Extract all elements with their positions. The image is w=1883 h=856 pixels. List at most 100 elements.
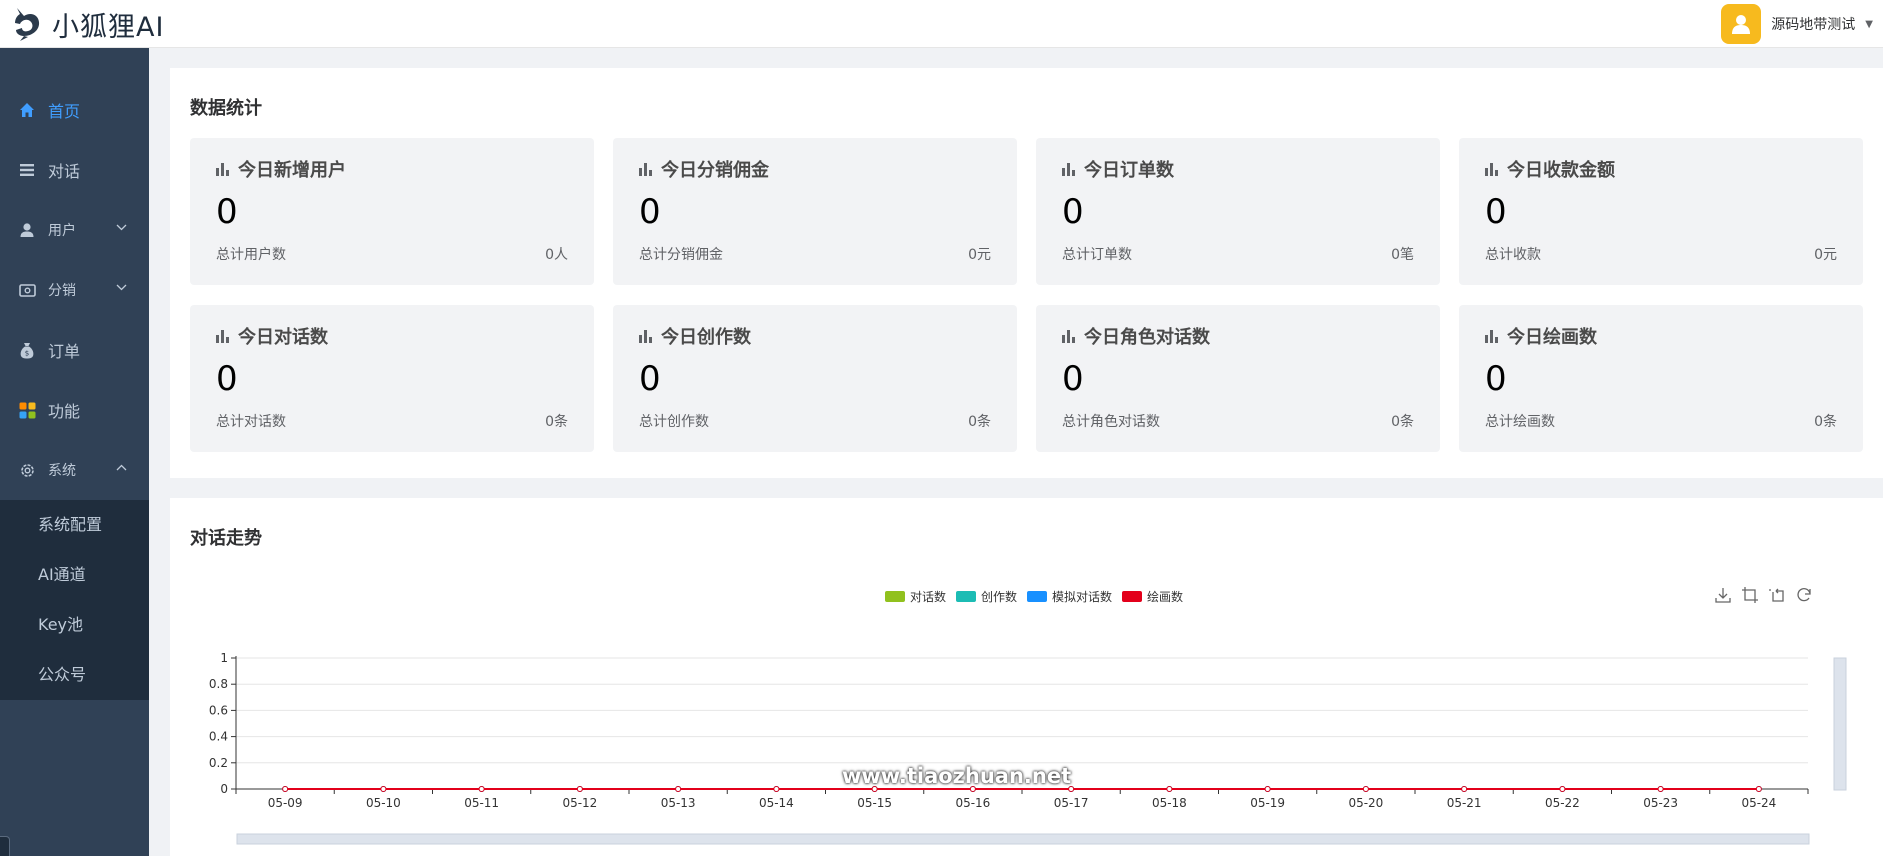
x-tick-label: 05-17 — [1054, 796, 1089, 810]
x-tick-label: 05-14 — [759, 796, 794, 810]
bar-chart-icon — [1485, 162, 1498, 176]
y-tick-label: 0.4 — [209, 730, 228, 744]
chart-panel: 对话走势 对话数 创作数 模拟对话数 绘画数 0 0.2 0.4 0.6 0.8 1 05-09 0… — [170, 498, 1883, 856]
svg-text:$: $ — [25, 349, 29, 357]
stat-card-total: 0条 — [545, 414, 568, 430]
x-tick-label: 05-22 — [1545, 796, 1580, 810]
data-point — [380, 786, 387, 792]
stat-card-sub-label: 总计分销佣金 — [639, 247, 723, 263]
x-tick-label: 05-19 — [1250, 796, 1285, 810]
data-point — [773, 786, 780, 792]
user-name: 源码地带测试 — [1771, 17, 1856, 33]
x-tick-label: 05-11 — [464, 796, 499, 810]
stat-card-sub-label: 总计创作数 — [639, 414, 709, 430]
data-point — [1461, 786, 1468, 792]
bar-chart-icon — [639, 329, 652, 343]
data-point — [1559, 786, 1566, 792]
sidebar-item-orders[interactable]: $ 订单 — [0, 320, 149, 380]
x-tick-label: 05-09 — [268, 796, 303, 810]
wallet-icon — [18, 281, 36, 299]
submenu-item-key-pool[interactable]: Key池 — [0, 600, 149, 650]
stat-card-title-text: 今日分销佣金 — [661, 160, 769, 181]
data-point — [282, 786, 289, 792]
x-tick-label: 05-24 — [1741, 796, 1776, 810]
stat-card: 今日收款金额 0 总计收款 0元 — [1459, 138, 1863, 285]
stat-card-title-text: 今日角色对话数 — [1084, 327, 1210, 348]
data-point — [1755, 786, 1762, 792]
x-tick-label: 05-16 — [955, 796, 990, 810]
stat-card-sub-label: 总计订单数 — [1062, 247, 1132, 263]
fox-logo-icon — [15, 8, 40, 41]
stat-card-value: 0 — [216, 192, 238, 232]
x-tick-label: 05-18 — [1152, 796, 1187, 810]
stat-card-value: 0 — [639, 359, 661, 399]
bar-chart-icon — [639, 162, 652, 176]
bar-chart-icon — [216, 162, 229, 176]
stat-card: 今日分销佣金 0 总计分销佣金 0元 — [613, 138, 1017, 285]
stat-card: 今日订单数 0 总计订单数 0笔 — [1036, 138, 1440, 285]
stat-card-sub-label: 总计对话数 — [216, 414, 286, 430]
top-header: 小狐狸AI 源码地带测试 ▼ — [0, 0, 1883, 48]
stat-card-title-text: 今日订单数 — [1084, 160, 1174, 181]
stat-card-total: 0条 — [968, 414, 991, 430]
stat-card-value: 0 — [216, 359, 238, 399]
data-point — [576, 786, 583, 792]
sidebar-item-users[interactable]: 用户 — [0, 200, 149, 260]
y-zoom-slider[interactable] — [1833, 657, 1847, 791]
stat-card-value: 0 — [1062, 359, 1084, 399]
avatar[interactable] — [1721, 4, 1762, 44]
x-tick-label: 05-15 — [857, 796, 892, 810]
stat-card-sub-label: 总计角色对话数 — [1062, 414, 1160, 430]
caret-down-icon[interactable]: ▼ — [1865, 19, 1873, 30]
stat-card-value: 0 — [1062, 192, 1084, 232]
app-logo[interactable]: 小狐狸AI — [12, 4, 164, 44]
submenu-item-ai-channel[interactable]: AI通道 — [0, 550, 149, 600]
bar-chart-icon — [1062, 162, 1075, 176]
stat-card: 今日角色对话数 0 总计角色对话数 0条 — [1036, 305, 1440, 452]
data-point — [1264, 786, 1271, 792]
stat-card-sub-label: 总计绘画数 — [1485, 414, 1555, 430]
x-zoom-slider[interactable] — [236, 833, 1810, 845]
sidebar-item-distribution[interactable]: 分销 — [0, 260, 149, 320]
sidebar-item-home[interactable]: 首页 — [0, 80, 149, 140]
sidebar-item-chat[interactable]: 对话 — [0, 140, 149, 200]
stat-card-title: 今日创作数 — [639, 323, 751, 349]
user-avatar-icon — [1732, 15, 1751, 34]
stat-card-value: 0 — [639, 192, 661, 232]
data-point — [1166, 786, 1173, 792]
stat-card-total: 0条 — [1814, 414, 1837, 430]
sidebar: 首页 对话 用户 分销 $ 订单 功能 系统 系统配置 AI通道 Key池 公众… — [0, 48, 149, 856]
stat-card-total: 0笔 — [1391, 247, 1414, 263]
stat-card-title-text: 今日创作数 — [661, 327, 751, 348]
stat-card-title-text: 今日收款金额 — [1507, 160, 1615, 181]
sidebar-item-features[interactable]: 功能 — [0, 380, 149, 440]
system-submenu: 系统配置 AI通道 Key池 公众号 — [0, 500, 149, 700]
sidebar-item-label: 订单 — [48, 342, 81, 361]
stat-card-title: 今日角色对话数 — [1062, 323, 1210, 349]
y-tick-label: 0.6 — [209, 703, 228, 717]
y-tick-label: 0.8 — [209, 677, 228, 691]
user-menu[interactable]: 源码地带测试 ▼ — [1721, 3, 1873, 45]
chevron-up-icon — [116, 464, 127, 471]
bar-chart-icon — [1062, 329, 1075, 343]
sidebar-item-system[interactable]: 系统 — [0, 440, 149, 500]
x-tick-label: 05-20 — [1348, 796, 1383, 810]
x-tick-label: 05-10 — [366, 796, 401, 810]
chevron-down-icon — [116, 224, 127, 231]
submenu-item-system-config[interactable]: 系统配置 — [0, 500, 149, 550]
apps-icon — [18, 401, 36, 419]
stats-panel: 数据统计 今日新增用户 0 总计用户数 0人 今日分销佣金 0 总计分销佣金 0元 今日订单数 0… — [170, 68, 1883, 478]
sidebar-item-label: 对话 — [48, 162, 81, 181]
data-point — [1362, 786, 1369, 792]
submenu-item-official-account[interactable]: 公众号 — [0, 650, 149, 700]
sidebar-item-label: 功能 — [48, 402, 81, 421]
x-tick-label: 05-23 — [1643, 796, 1678, 810]
stat-card-total: 0人 — [545, 247, 568, 263]
sidebar-top-spacer — [0, 48, 149, 80]
stat-card-total: 0元 — [968, 247, 991, 263]
home-icon — [18, 101, 36, 119]
stat-card-sub-label: 总计收款 — [1485, 247, 1541, 263]
sidebar-item-label: 分销 — [48, 283, 76, 299]
panel-title: 数据统计 — [190, 98, 262, 119]
sidebar-collapse-handle[interactable] — [0, 836, 10, 856]
